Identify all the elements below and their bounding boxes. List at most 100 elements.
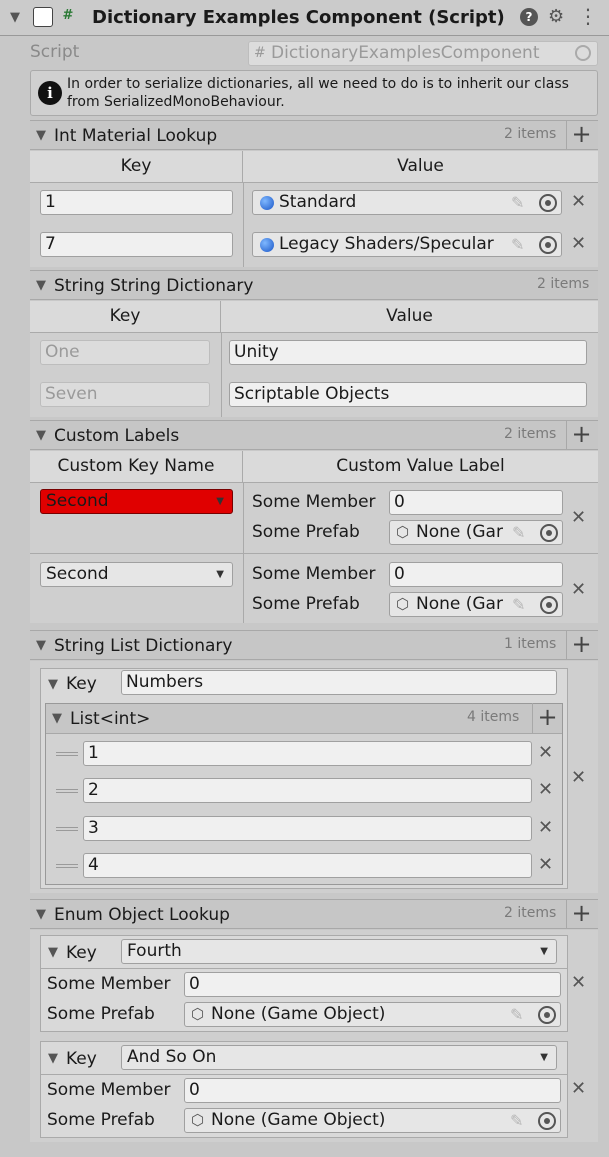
key-input[interactable]: 7 — [40, 232, 233, 257]
value-input[interactable]: Scriptable Objects — [229, 382, 587, 407]
key-dropdown[interactable]: And So On ▼ — [121, 1045, 557, 1070]
column-divider — [221, 333, 222, 417]
remove-item-button[interactable]: ✕ — [571, 191, 586, 212]
int-material-header[interactable]: ▼ Int Material Lookup 2 items + — [30, 120, 598, 150]
gameobject-cube-icon: ⬡ — [191, 1111, 205, 1129]
add-item-button[interactable]: + — [566, 899, 596, 929]
component-header: ▼ # Dictionary Examples Component (Scrip… — [0, 0, 609, 36]
remove-item-button[interactable]: ✕ — [571, 579, 586, 600]
collapse-caret-icon[interactable]: ▼ — [10, 10, 20, 25]
key-label: Key — [66, 1049, 97, 1069]
some-prefab-label: Some Prefab — [252, 594, 360, 614]
section-title: String List Dictionary — [54, 636, 233, 656]
foldout-caret-icon[interactable]: ▼ — [52, 711, 62, 726]
item-count: 4 items — [467, 709, 520, 725]
key-column-header: Custom Key Name — [30, 451, 243, 483]
prefab-field[interactable]: ⬡ None (Game Object) ✎ — [184, 1108, 561, 1133]
foldout-caret-icon[interactable]: ▼ — [36, 278, 46, 293]
object-picker-icon[interactable] — [575, 45, 591, 61]
add-item-button[interactable]: + — [566, 120, 596, 150]
key-label: Key — [66, 943, 97, 963]
list-value-input[interactable]: 4 — [83, 853, 532, 878]
drag-handle-icon[interactable] — [56, 864, 78, 868]
foldout-caret-icon[interactable]: ▼ — [36, 128, 46, 143]
string-string-header[interactable]: ▼ String String Dictionary 2 items — [30, 270, 598, 300]
object-picker-icon[interactable] — [540, 596, 558, 614]
context-menu-icon[interactable]: ⋮ — [578, 4, 598, 28]
value-input[interactable]: Unity — [229, 340, 587, 365]
int-list-header[interactable]: ▼ List<int> 4 items + — [46, 703, 562, 734]
key-input-readonly: Seven — [40, 382, 210, 407]
custom-labels-header[interactable]: ▼ Custom Labels 2 items + — [30, 420, 598, 450]
material-icon — [260, 238, 274, 252]
list-value-input[interactable]: 1 — [83, 741, 532, 766]
key-dropdown[interactable]: Fourth ▼ — [121, 939, 557, 964]
add-item-button[interactable]: + — [566, 420, 596, 450]
foldout-caret-icon[interactable]: ▼ — [36, 907, 46, 922]
remove-item-button[interactable]: ✕ — [571, 972, 586, 993]
foldout-caret-icon[interactable]: ▼ — [36, 638, 46, 653]
info-box: i In order to serialize dictionaries, al… — [30, 70, 598, 116]
drag-handle-icon[interactable] — [56, 827, 78, 831]
foldout-caret-icon[interactable]: ▼ — [48, 945, 58, 960]
remove-item-button[interactable]: ✕ — [538, 854, 553, 875]
info-icon: i — [38, 81, 62, 105]
help-icon[interactable]: ? — [520, 8, 538, 26]
dropdown-value: Second — [46, 564, 109, 584]
remove-item-button[interactable]: ✕ — [571, 1078, 586, 1099]
add-item-button[interactable]: + — [566, 630, 596, 660]
preset-icon[interactable]: ⚙ — [548, 6, 564, 27]
add-item-button[interactable]: + — [532, 703, 562, 733]
object-picker-icon[interactable] — [539, 236, 557, 254]
prefab-field[interactable]: ⬡ None (Game Object) ✎ — [184, 1002, 561, 1027]
object-picker-icon[interactable] — [540, 524, 558, 542]
key-input[interactable]: Numbers — [121, 670, 557, 695]
column-divider — [243, 183, 244, 267]
prefab-field[interactable]: ⬡ None (Gar ✎ — [389, 520, 563, 545]
some-prefab-label: Some Prefab — [47, 1004, 155, 1024]
script-field[interactable]: # DictionaryExamplesComponent — [248, 41, 598, 66]
some-member-input[interactable]: 0 — [184, 972, 561, 997]
dropdown-arrow-icon: ▼ — [216, 496, 224, 507]
drag-handle-icon[interactable] — [56, 752, 78, 756]
foldout-caret-icon[interactable]: ▼ — [48, 677, 58, 692]
value-column-header: Value — [221, 301, 598, 333]
list-value-input[interactable]: 3 — [83, 816, 532, 841]
section-title: Custom Labels — [54, 426, 180, 446]
key-input[interactable]: 1 — [40, 190, 233, 215]
foldout-caret-icon[interactable]: ▼ — [36, 428, 46, 443]
list-value-input[interactable]: 2 — [83, 778, 532, 803]
object-picker-icon[interactable] — [538, 1112, 556, 1130]
material-field[interactable]: Standard ✎ — [252, 190, 562, 215]
edit-pencil-icon[interactable]: ✎ — [511, 233, 524, 256]
edit-pencil-icon[interactable]: ✎ — [512, 593, 525, 616]
remove-item-button[interactable]: ✕ — [538, 742, 553, 763]
object-picker-icon[interactable] — [539, 194, 557, 212]
some-member-input[interactable]: 0 — [389, 490, 563, 515]
prefab-value: None (Gar — [416, 594, 503, 614]
some-member-input[interactable]: 0 — [389, 562, 563, 587]
some-member-input[interactable]: 0 — [184, 1078, 561, 1103]
string-list-header[interactable]: ▼ String List Dictionary 1 items + — [30, 630, 598, 660]
edit-pencil-icon[interactable]: ✎ — [510, 1003, 523, 1026]
some-member-label: Some Member — [47, 1080, 171, 1100]
drag-handle-icon[interactable] — [56, 789, 78, 793]
prefab-value: None (Gar — [416, 522, 503, 542]
edit-pencil-icon[interactable]: ✎ — [510, 1109, 523, 1132]
material-field[interactable]: Legacy Shaders/Specular ✎ — [252, 232, 562, 257]
remove-item-button[interactable]: ✕ — [571, 233, 586, 254]
object-picker-icon[interactable] — [538, 1006, 556, 1024]
remove-item-button[interactable]: ✕ — [538, 817, 553, 838]
key-dropdown[interactable]: Second ▼ — [40, 562, 233, 587]
prefab-field[interactable]: ⬡ None (Gar ✎ — [389, 592, 563, 617]
remove-item-button[interactable]: ✕ — [538, 779, 553, 800]
foldout-caret-icon[interactable]: ▼ — [48, 1051, 58, 1066]
key-dropdown-error[interactable]: Second ▼ — [40, 489, 233, 514]
remove-item-button[interactable]: ✕ — [571, 507, 586, 528]
remove-entry-button[interactable]: ✕ — [571, 767, 586, 788]
edit-pencil-icon[interactable]: ✎ — [512, 521, 525, 544]
edit-pencil-icon[interactable]: ✎ — [511, 191, 524, 214]
enum-object-header[interactable]: ▼ Enum Object Lookup 2 items + — [30, 899, 598, 929]
enable-checkbox[interactable] — [33, 7, 53, 27]
script-field-value: DictionaryExamplesComponent — [271, 43, 540, 63]
